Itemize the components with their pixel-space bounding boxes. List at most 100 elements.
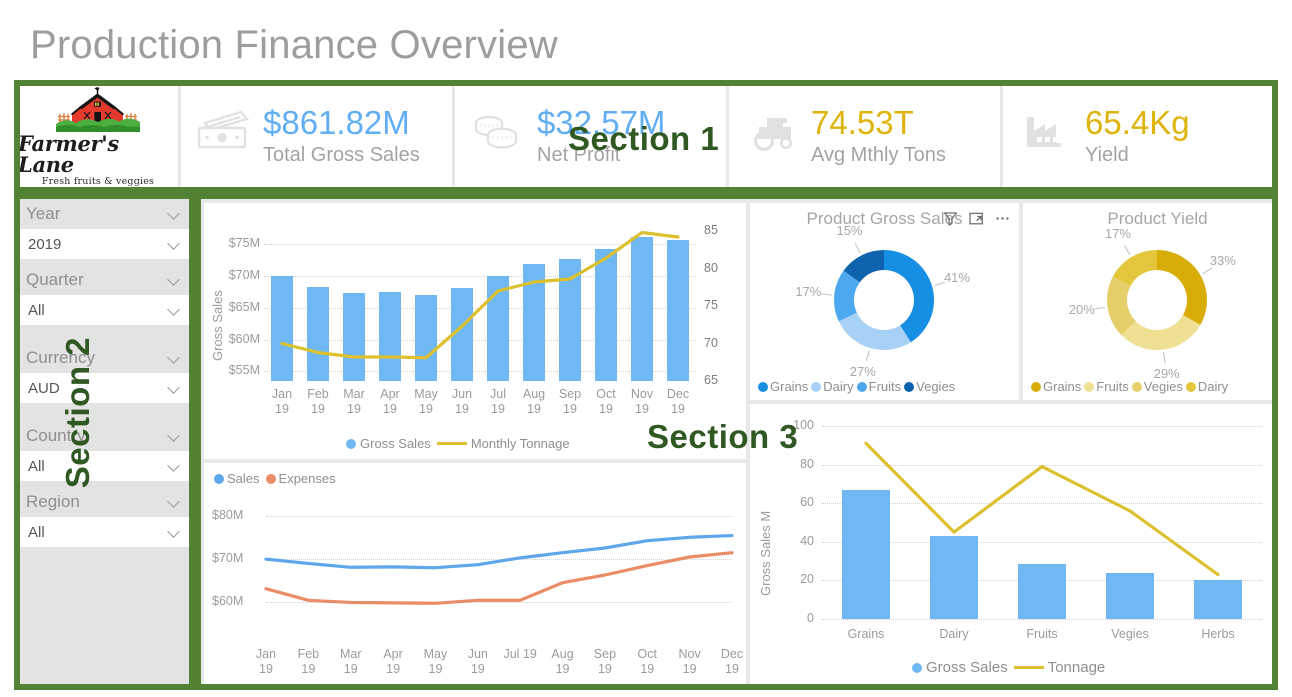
slicer-region-dropdown[interactable]: All [20,517,189,547]
slicer-quarter-header[interactable]: Quarter [20,265,189,294]
legend-label: Gross Sales [926,659,1008,676]
legend-label: Fruits [868,379,902,394]
kpi-label: Avg Mthly Tons [811,144,946,166]
chevron-down-icon[interactable] [169,496,180,507]
chevron-down-icon[interactable] [169,526,180,537]
legend-dot-marker [758,381,768,392]
donut-slice[interactable] [1157,250,1207,325]
donut-svg [820,243,946,362]
bar[interactable] [415,294,437,381]
kpi-label: Total Gross Sales [263,144,420,166]
slicer-value: All [28,523,45,541]
slicer-title: Year [26,203,61,223]
slicer-country-dropdown[interactable]: All [20,451,189,481]
slicer-year-dropdown[interactable]: 2019 [20,229,189,259]
slicer-year-header[interactable]: Year [20,199,189,228]
legend-line-marker [436,442,467,445]
legend-item[interactable]: Dairy [811,379,854,394]
chevron-down-icon[interactable] [169,304,180,315]
data-label: 17% [1104,225,1131,241]
filter-pane: Year 2019 Quarter All Currency AUD Count… [20,199,189,684]
legend-item[interactable]: Tonnage [1013,659,1105,676]
x-axis-tick: Dec 19 [666,387,690,416]
bar[interactable] [523,264,545,381]
chevron-down-icon[interactable] [169,208,180,219]
x-axis-tick: Aug 19 [551,647,574,676]
tonnage-line [864,441,1220,577]
kpi-value: $861.82M [263,104,410,141]
chart-legend[interactable]: Gross Sales Monthly Tonnage [346,436,570,451]
chevron-down-icon[interactable] [169,352,180,363]
donut-slice[interactable] [884,250,934,343]
slicer-region: Region All [20,487,189,547]
chevron-down-icon[interactable] [169,238,180,249]
slicer-year: Year 2019 [20,199,189,259]
kpi-card-avg-mthly-tons[interactable]: 74.53T Avg Mthly Tons [729,85,1000,187]
chart-plot-area: $60M $70M $80M Jan 19 Feb 19 Mar 19 Apr 19 May 19 Jun… [204,463,746,684]
legend-item[interactable]: Gross Sales [912,659,1008,676]
secondary-y-axis-tick: 75 [704,298,718,312]
leader-line [1163,351,1166,364]
bar[interactable] [595,248,617,381]
kpi-card-total-gross-sales[interactable]: $861.82M Total Gross Sales [181,85,452,187]
leader-line [865,350,870,362]
bar[interactable] [631,237,653,381]
bar[interactable] [559,259,581,381]
x-axis-tick: Vegies [1111,627,1149,641]
slicer-title: Region [26,491,80,511]
chevron-down-icon[interactable] [169,460,180,471]
x-axis-tick: Jul 19 [490,387,506,416]
visual-sales-vs-expenses[interactable]: Sales Expenses $60M $70M $80M Jan 19 Feb 19 Mar 1… [204,463,746,684]
legend-item[interactable]: Monthly Tonnage [436,436,570,451]
legend-item[interactable]: Gross Sales [346,436,431,451]
visual-product-sales-tonnage[interactable]: Gross Sales M 0 20 40 60 80 100 Grains Dairy Fru… [750,404,1292,684]
bar[interactable] [379,292,401,381]
page-title: Production Finance Overview [30,23,558,67]
slicer-currency: Currency AUD [20,343,189,403]
chart-legend[interactable]: Gross Sales Tonnage [912,659,1105,676]
legend-item[interactable]: Grains [1031,379,1081,394]
chevron-down-icon[interactable] [169,274,180,285]
chart-legend[interactable]: Grains Fruits Vegies Dairy [1031,379,1228,394]
x-axis-tick: Apr 19 [380,387,400,416]
x-axis-tick: Mar 19 [343,387,365,416]
x-axis-tick: Oct 19 [596,387,616,416]
visual-product-gross-sales[interactable]: Product Gross Sales 41% 27% 17% 15% Grai… [750,203,1019,400]
x-axis-tick: Fruits [1026,627,1058,641]
bar[interactable] [343,292,365,381]
slicer-currency-header[interactable]: Currency [20,343,189,372]
x-axis-tick: May 19 [423,647,448,676]
chart-legend[interactable]: Grains Dairy Fruits Vegies [758,379,955,394]
legend-label: Fruits [1096,379,1129,394]
slicer-quarter-dropdown[interactable]: All [20,295,189,325]
legend-item[interactable]: Vegies [904,379,955,394]
chevron-down-icon[interactable] [169,430,180,441]
section-2-label: Section 2 [59,337,96,489]
donut-slice[interactable] [838,312,911,350]
secondary-y-axis-tick: 80 [704,260,718,275]
slicer-country-header[interactable]: Country [20,421,189,450]
bar[interactable] [271,276,293,381]
x-axis-tick: Aug 19 [522,387,546,416]
slicer-region-header[interactable]: Region [20,487,189,516]
legend-item[interactable]: Grains [758,379,808,394]
kpi-card-yield[interactable]: 65.4Kg Yield [1003,85,1274,187]
x-axis-tick: Sep 19 [558,387,582,416]
legend-item[interactable]: Vegies [1131,379,1183,394]
data-label: 17% [795,283,822,299]
chart-plot-area: 0 20 40 60 80 100 Grains Dairy Fruits Vegies Herbs [750,404,1292,684]
y-axis-tick: $70M [228,267,260,282]
visual-product-yield[interactable]: Product Yield 33% 29% 20% 17% Grains Fruits V… [1023,203,1292,400]
chevron-down-icon[interactable] [169,382,180,393]
legend-dot-marker [912,662,922,673]
slicer-currency-dropdown[interactable]: AUD [20,373,189,403]
legend-item[interactable]: Fruits [1084,379,1129,394]
bar[interactable] [307,287,329,381]
legend-item[interactable]: Fruits [856,379,902,394]
legend-dot-marker [1185,381,1196,392]
logo-name: Farmer's Lane [18,130,119,177]
bar[interactable] [451,288,473,381]
bar[interactable] [667,239,689,381]
legend-item[interactable]: Dairy [1185,379,1228,394]
bar[interactable] [487,275,509,381]
